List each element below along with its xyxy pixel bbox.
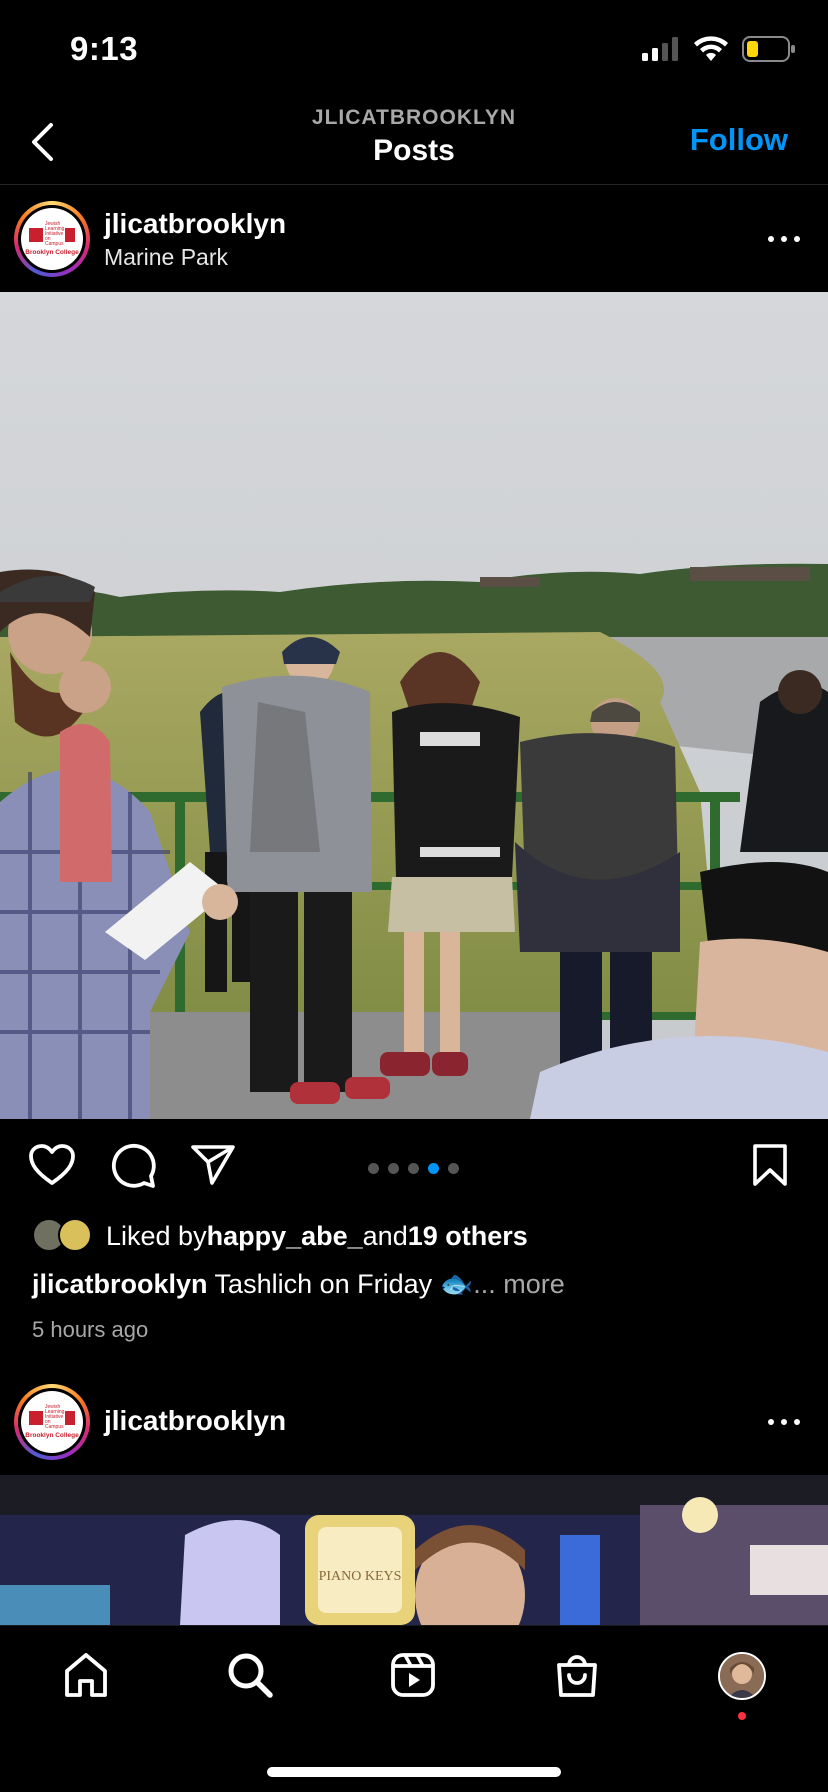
- status-bar: 9:13: [0, 0, 828, 100]
- home-icon[interactable]: [62, 1651, 110, 1699]
- paper-plane-icon[interactable]: [190, 1143, 236, 1187]
- carousel-indicator: [368, 1163, 459, 1174]
- post-actions: [0, 1119, 828, 1211]
- heart-icon[interactable]: [28, 1143, 76, 1187]
- cellular-signal-icon: [642, 37, 678, 61]
- post-header: Jewish Learning Initiative on Campus Bro…: [0, 1369, 828, 1475]
- likes-prefix: Liked by: [106, 1220, 207, 1251]
- likes-others[interactable]: 19 others: [408, 1221, 528, 1252]
- battery-icon: [742, 36, 795, 62]
- carousel-dot: [368, 1163, 379, 1174]
- comment-icon[interactable]: [110, 1143, 156, 1189]
- search-icon[interactable]: [226, 1651, 274, 1699]
- notification-dot: [738, 1712, 746, 1720]
- status-time: 9:13: [70, 30, 139, 67]
- caption-more-link[interactable]: ... more: [473, 1269, 565, 1299]
- liker-avatars: [32, 1218, 94, 1254]
- profile-photo: [720, 1654, 764, 1698]
- post-timestamp: 5 hours ago: [32, 1317, 149, 1342]
- post-location[interactable]: Marine Park: [104, 244, 228, 271]
- liker-avatar: [58, 1218, 92, 1252]
- likes-middle: and: [362, 1220, 408, 1251]
- bottom-nav: [0, 1625, 828, 1792]
- likes-summary[interactable]: Liked by happy_abe_ and 19 others: [32, 1218, 528, 1254]
- post-photo[interactable]: [0, 292, 828, 1119]
- caption-text: Tashlich on Friday 🐟: [207, 1269, 474, 1299]
- bookmark-icon[interactable]: [752, 1143, 788, 1187]
- arcade-sign-text: PIANO KEYS: [319, 1569, 402, 1584]
- more-options-button[interactable]: [768, 1416, 800, 1428]
- page-header: JLICATBROOKLYN Posts Follow: [0, 100, 828, 185]
- post-username[interactable]: jlicatbrooklyn: [104, 1405, 286, 1437]
- carousel-dot: [388, 1163, 399, 1174]
- liker-username[interactable]: happy_abe_: [207, 1221, 363, 1252]
- caption-username[interactable]: jlicatbrooklyn: [32, 1269, 208, 1299]
- post-caption: jlicatbrooklyn Tashlich on Friday 🐟... m…: [32, 1268, 812, 1300]
- carousel-dot-active: [428, 1163, 439, 1174]
- jlic-logo: Jewish Learning Initiative on Campus Bro…: [21, 208, 83, 270]
- carousel-dot: [448, 1163, 459, 1174]
- photo-illustration: [0, 292, 828, 1119]
- photo-illustration: PIANO KEYS: [0, 1475, 828, 1625]
- more-options-button[interactable]: [768, 233, 800, 245]
- follow-button[interactable]: Follow: [690, 122, 788, 158]
- post-photo[interactable]: PIANO KEYS: [0, 1475, 828, 1625]
- status-icons: [640, 36, 796, 62]
- carousel-dot: [408, 1163, 419, 1174]
- post-header: Jewish Learning Initiative on Campus Bro…: [0, 186, 828, 292]
- avatar[interactable]: Jewish Learning Initiative on Campus Bro…: [14, 201, 90, 277]
- post-username[interactable]: jlicatbrooklyn: [104, 208, 286, 240]
- wifi-icon: [694, 36, 728, 61]
- profile-avatar[interactable]: [718, 1652, 766, 1700]
- shopping-bag-icon[interactable]: [553, 1651, 601, 1699]
- avatar[interactable]: Jewish Learning Initiative on Campus Bro…: [14, 1384, 90, 1460]
- jlic-logo: Jewish Learning Initiative on Campus Bro…: [21, 1391, 83, 1453]
- home-indicator[interactable]: [267, 1767, 561, 1777]
- reels-icon[interactable]: [389, 1651, 437, 1699]
